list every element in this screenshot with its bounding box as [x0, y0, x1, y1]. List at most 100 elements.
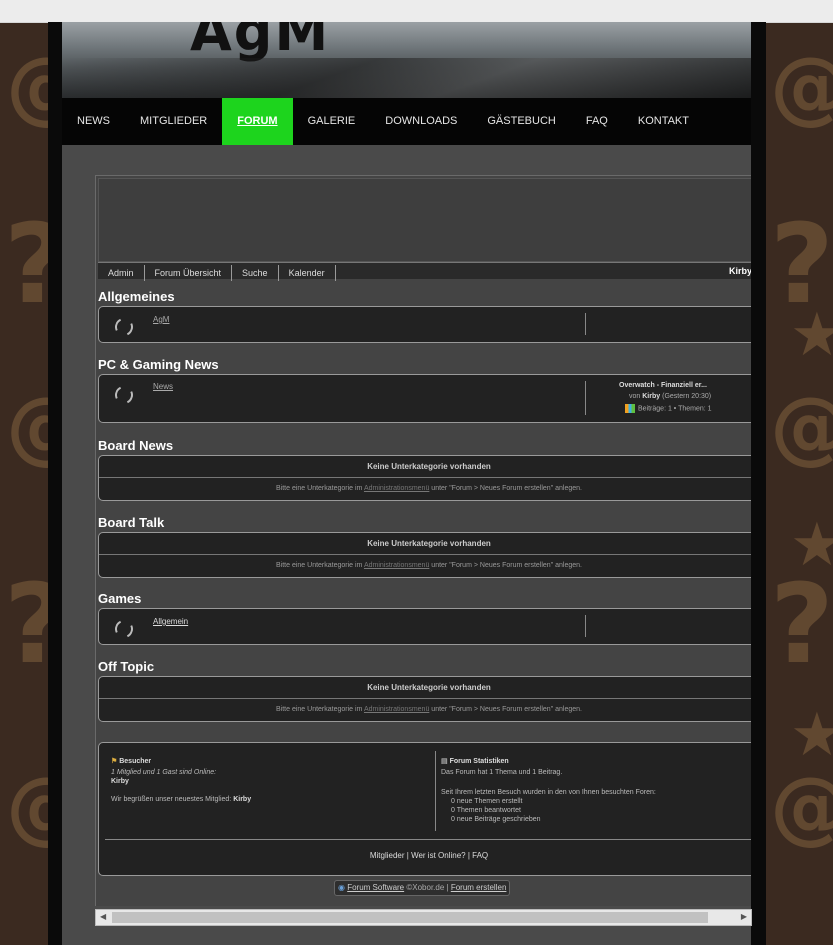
- category-title-off-topic[interactable]: Off Topic: [98, 659, 154, 674]
- no-subcategory-text: Keine Unterkategorie vorhanden: [367, 683, 491, 692]
- background-star: ★: [790, 300, 833, 370]
- last-post-title[interactable]: Overwatch - Finanziell er...: [619, 382, 707, 389]
- hint-text: Bitte eine Unterkategorie im: [276, 706, 363, 713]
- subforum-link-allgemein[interactable]: Allgemein: [153, 617, 188, 626]
- browser-top-bar: [0, 0, 833, 23]
- last-post-author: von Kirby (Gestern 20:30): [629, 393, 711, 400]
- stats-since-visit: Seit Ihrem letzten Besuch wurden in den …: [441, 789, 656, 796]
- tab-calendar[interactable]: Kalender: [279, 265, 336, 281]
- category-title-board-news[interactable]: Board News: [98, 438, 173, 453]
- category-title-board-talk[interactable]: Board Talk: [98, 515, 164, 530]
- horizontal-scrollbar[interactable]: ◀ ▶: [95, 909, 752, 926]
- online-user[interactable]: Kirby: [111, 778, 129, 785]
- background-swirl: @: [770, 40, 833, 133]
- last-post-user[interactable]: Kirby: [642, 393, 660, 400]
- forum-header: [98, 178, 751, 262]
- who-online-link[interactable]: Wer ist Online?: [411, 851, 466, 860]
- stats-new-posts: 0 neue Beiträge geschrieben: [451, 816, 541, 823]
- background-question: ?: [770, 560, 833, 688]
- column-divider: [435, 751, 436, 831]
- background-swirl: @: [770, 380, 833, 473]
- nav-mitglieder[interactable]: MITGLIEDER: [125, 98, 222, 145]
- tab-forum-overview[interactable]: Forum Übersicht: [145, 265, 233, 281]
- last-post-by-prefix: von: [629, 393, 641, 400]
- faq-link[interactable]: FAQ: [472, 851, 488, 860]
- scroll-right-arrow-icon[interactable]: ▶: [741, 912, 747, 921]
- welcome-newest-member: Wir begrüßen unser neuestes Mitglied: Ki…: [111, 796, 251, 803]
- create-forum-hint: Bitte eine Unterkategorie im Administrat…: [99, 485, 751, 492]
- stats-icon: ▤: [441, 758, 448, 765]
- subforum-link-agm[interactable]: AgM: [153, 315, 169, 324]
- nav-kontakt[interactable]: KONTAKT: [623, 98, 704, 145]
- xobor-logo-icon: ◉: [338, 883, 345, 892]
- nav-news[interactable]: NEWS: [62, 98, 125, 145]
- nav-downloads[interactable]: DOWNLOADS: [370, 98, 472, 145]
- forum-status-icon: [112, 383, 136, 407]
- category-title-pc-news[interactable]: PC & Gaming News: [98, 357, 219, 372]
- row-divider: [99, 477, 751, 478]
- column-divider: [585, 615, 586, 637]
- subforum-link-news[interactable]: News: [153, 382, 173, 391]
- admin-menu-link[interactable]: Administrationsmenü: [364, 562, 429, 569]
- header-banner: AgM: [62, 22, 751, 98]
- last-post-stats: Beiträge: 1 • Themen: 1: [625, 404, 712, 413]
- forum-status-icon: [112, 315, 136, 339]
- column-divider: [585, 313, 586, 335]
- banner-image: [62, 58, 751, 98]
- no-subcategory-text: Keine Unterkategorie vorhanden: [367, 462, 491, 471]
- hint-text: Bitte eine Unterkategorie im: [276, 485, 363, 492]
- members-link[interactable]: Mitglieder: [370, 851, 405, 860]
- welcome-text: Wir begrüßen unser neuestes Mitglied:: [111, 796, 232, 803]
- stats-answered: 0 Themen beantwortet: [451, 807, 521, 814]
- create-forum-link[interactable]: Forum erstellen: [451, 883, 507, 892]
- forum-tabbar: Admin Forum Übersicht Suche Kalender Kirby: [98, 262, 751, 281]
- column-divider: [585, 381, 586, 415]
- visitors-title: Besucher: [119, 758, 152, 765]
- stats-text: Beiträge: 1 • Themen: 1: [638, 405, 712, 413]
- hint-text: unter "Forum > Neues Forum erstellen" an…: [431, 562, 582, 569]
- main-nav: NEWS MITGLIEDER FORUM GALERIE DOWNLOADS …: [62, 98, 751, 145]
- category-box-pc-news: News Overwatch - Finanziell er... von Ki…: [98, 374, 751, 423]
- stats-heading: ▤ Forum Statistiken: [441, 757, 509, 765]
- tab-search[interactable]: Suche: [232, 265, 279, 281]
- tab-admin[interactable]: Admin: [98, 265, 145, 281]
- content-area: Admin Forum Übersicht Suche Kalender Kirby …: [62, 145, 751, 945]
- forum-frame: Admin Forum Übersicht Suche Kalender Kirby …: [95, 175, 751, 906]
- stats-bar-icon: [625, 404, 635, 413]
- stats-new-topics: 0 neue Themen erstellt: [451, 798, 523, 805]
- nav-faq[interactable]: FAQ: [571, 98, 623, 145]
- nav-gaestebuch[interactable]: GÄSTEBUCH: [472, 98, 570, 145]
- stats-title: Forum Statistiken: [449, 758, 509, 765]
- create-forum-hint: Bitte eine Unterkategorie im Administrat…: [99, 562, 751, 569]
- category-title-games[interactable]: Games: [98, 591, 141, 606]
- stats-summary: Das Forum hat 1 Thema und 1 Beitrag.: [441, 769, 563, 776]
- no-subcategory-text: Keine Unterkategorie vorhanden: [367, 539, 491, 548]
- admin-menu-link[interactable]: Administrationsmenü: [364, 485, 429, 492]
- scroll-left-arrow-icon[interactable]: ◀: [100, 912, 106, 921]
- nav-galerie[interactable]: GALERIE: [293, 98, 371, 145]
- hint-text: unter "Forum > Neues Forum erstellen" an…: [431, 706, 582, 713]
- scrollbar-thumb[interactable]: [112, 912, 708, 923]
- category-box-off-topic: Keine Unterkategorie vorhanden Bitte ein…: [98, 676, 751, 722]
- newest-member-link[interactable]: Kirby: [233, 796, 251, 803]
- visitors-heading: ⚑ Besucher: [111, 757, 151, 765]
- category-box-board-news: Keine Unterkategorie vorhanden Bitte ein…: [98, 455, 751, 501]
- site-logo: AgM: [190, 22, 331, 63]
- category-title-allgemeines[interactable]: Allgemeines: [98, 289, 175, 304]
- page-container: AgM NEWS MITGLIEDER FORUM GALERIE DOWNLO…: [48, 22, 766, 945]
- online-count: 1 Mitglied und 1 Gast sind Online:: [111, 769, 217, 776]
- category-box-allgemeines: AgM: [98, 306, 751, 343]
- current-user-link[interactable]: Kirby: [729, 263, 751, 279]
- background-swirl: @: [770, 760, 833, 853]
- visitors-icon: ⚑: [111, 758, 118, 765]
- admin-menu-link[interactable]: Administrationsmenü: [364, 706, 429, 713]
- hint-text: unter "Forum > Neues Forum erstellen" an…: [431, 485, 582, 492]
- nav-forum[interactable]: FORUM: [222, 98, 293, 145]
- forum-software-link[interactable]: Forum Software: [347, 883, 404, 892]
- row-divider: [99, 554, 751, 555]
- row-divider: [105, 839, 751, 840]
- forum-stats-box: ⚑ Besucher 1 Mitglied und 1 Gast sind On…: [98, 742, 751, 876]
- forum-status-icon: [112, 617, 136, 641]
- footer-links: Mitglieder | Wer ist Online? | FAQ: [369, 851, 489, 860]
- last-post-time: (Gestern 20:30): [662, 393, 712, 400]
